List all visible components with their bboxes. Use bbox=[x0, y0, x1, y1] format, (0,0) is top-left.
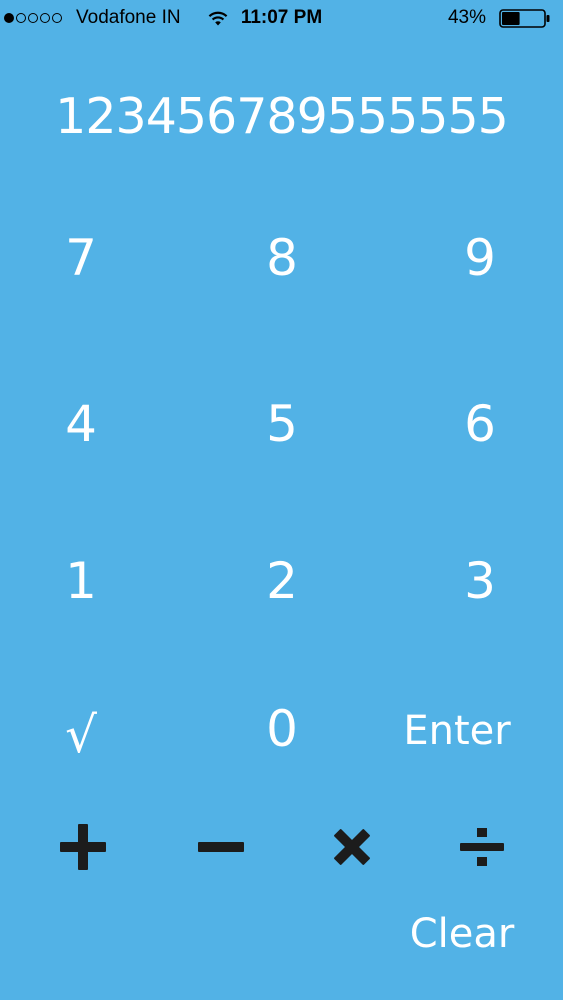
multiply-button[interactable] bbox=[322, 817, 382, 877]
key-9[interactable]: 9 bbox=[420, 223, 540, 293]
divide-icon bbox=[460, 828, 504, 866]
enter-button[interactable]: Enter bbox=[382, 696, 532, 766]
clear-button[interactable]: Clear bbox=[387, 899, 537, 969]
plus-icon bbox=[60, 824, 106, 870]
key-6[interactable]: 6 bbox=[420, 389, 540, 459]
status-bar: Vodafone IN 11:07 PM 43% bbox=[0, 0, 563, 38]
key-8[interactable]: 8 bbox=[222, 223, 342, 293]
sqrt-button[interactable]: √ bbox=[21, 700, 141, 770]
key-3[interactable]: 3 bbox=[420, 546, 540, 616]
key-1[interactable]: 1 bbox=[21, 546, 141, 616]
calculator-display: 123456789555555 bbox=[55, 88, 509, 145]
divide-button[interactable] bbox=[452, 817, 512, 877]
key-2[interactable]: 2 bbox=[222, 546, 342, 616]
multiply-icon bbox=[334, 829, 370, 865]
minus-button[interactable] bbox=[191, 817, 251, 877]
minus-icon bbox=[198, 842, 244, 852]
battery-percentage: 43% bbox=[447, 7, 486, 28]
key-4[interactable]: 4 bbox=[21, 389, 141, 459]
battery-icon bbox=[499, 9, 550, 28]
key-5[interactable]: 5 bbox=[222, 389, 342, 459]
key-7[interactable]: 7 bbox=[21, 223, 141, 293]
key-0[interactable]: 0 bbox=[222, 694, 342, 764]
plus-button[interactable] bbox=[53, 817, 113, 877]
